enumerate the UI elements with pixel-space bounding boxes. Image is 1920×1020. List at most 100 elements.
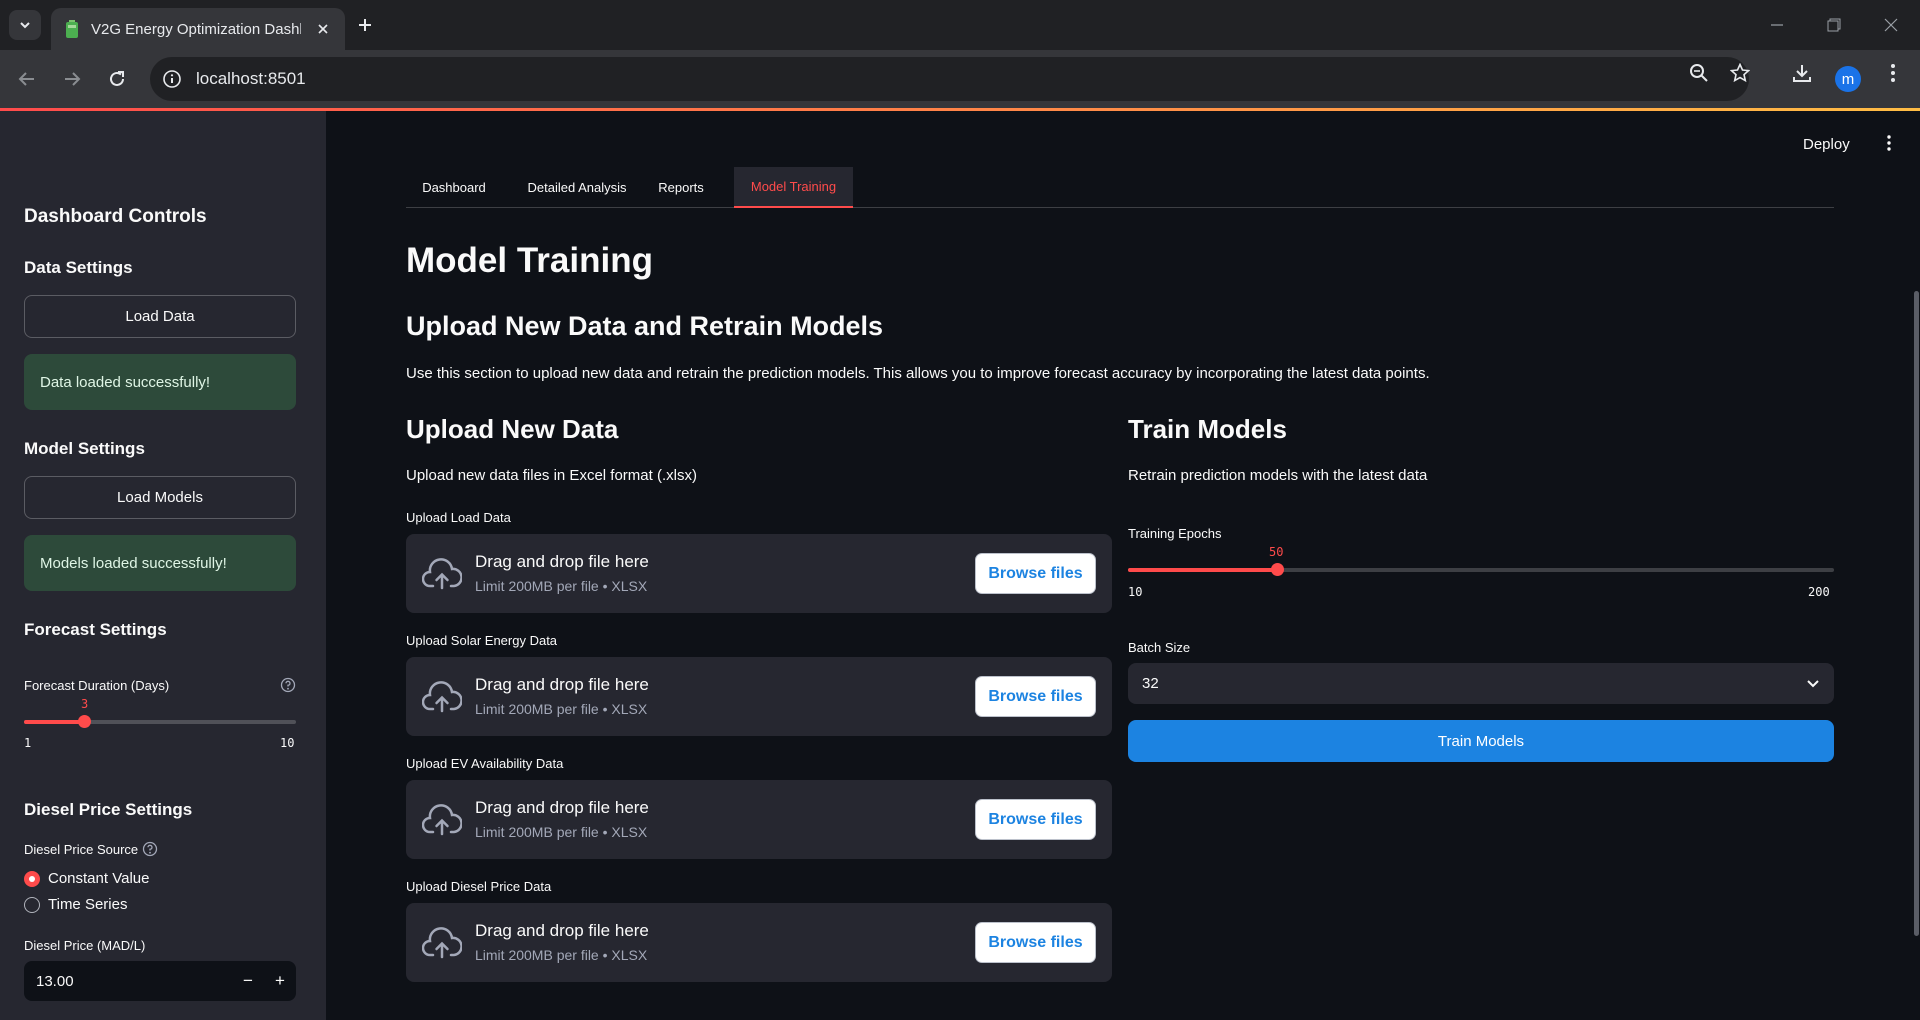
- scrollbar[interactable]: [1914, 291, 1919, 936]
- browser-menu-button[interactable]: [1882, 62, 1904, 84]
- help-icon[interactable]: [142, 841, 158, 857]
- epochs-label: Training Epochs: [1128, 526, 1222, 541]
- arrow-right-icon: [65, 72, 81, 86]
- new-tab-button[interactable]: [353, 13, 377, 37]
- sidebar-title: Dashboard Controls: [24, 206, 207, 227]
- browse-files-button[interactable]: Browse files: [975, 799, 1096, 840]
- zoom-icon: [1690, 64, 1708, 82]
- downloads-button[interactable]: [1791, 62, 1813, 84]
- help-icon[interactable]: [280, 677, 296, 693]
- reload-button[interactable]: [104, 66, 130, 92]
- page-title: Model Training: [406, 241, 653, 280]
- chevron-down-icon: [1807, 680, 1819, 688]
- more-vertical-icon[interactable]: [1879, 133, 1899, 153]
- tab-search-button[interactable]: [9, 10, 41, 40]
- more-vertical-icon: [1891, 64, 1895, 82]
- browser-tab[interactable]: V2G Energy Optimization Dashb: [51, 8, 345, 50]
- diesel-price-input[interactable]: 13.00 − +: [24, 961, 296, 1001]
- train-heading: Train Models: [1128, 414, 1287, 444]
- browser-tab-strip: V2G Energy Optimization Dashb: [0, 0, 1920, 50]
- epochs-slider-max: 200: [1808, 585, 1830, 599]
- minimize-button[interactable]: [1765, 14, 1789, 36]
- train-models-button[interactable]: Train Models: [1128, 720, 1834, 762]
- models-success-alert: Models loaded successfully!: [24, 535, 296, 591]
- radio-label: Time Series: [48, 896, 128, 913]
- zoom-button[interactable]: [1688, 62, 1710, 84]
- upload-diesel-label: Upload Diesel Price Data: [406, 879, 552, 894]
- address-bar[interactable]: localhost:8501: [150, 57, 1749, 101]
- dropzone-title: Drag and drop file here: [475, 798, 649, 817]
- radio-unselected-icon: [24, 896, 40, 913]
- section-description: Use this section to upload new data and …: [406, 365, 1430, 382]
- browse-files-button[interactable]: Browse files: [975, 553, 1096, 594]
- epochs-slider-min: 10: [1128, 585, 1143, 599]
- diesel-settings-heading: Diesel Price Settings: [24, 800, 193, 819]
- forecast-slider-max: 10: [280, 736, 295, 750]
- epochs-slider-thumb[interactable]: [1271, 563, 1284, 576]
- cloud-upload-icon: [422, 804, 462, 836]
- section-title: Upload New Data and Retrain Models: [406, 311, 884, 341]
- batch-size-label: Batch Size: [1128, 640, 1191, 655]
- profile-avatar[interactable]: m: [1835, 66, 1861, 92]
- radio-label: Constant Value: [48, 870, 150, 887]
- url-text: localhost:8501: [196, 69, 306, 88]
- increment-button[interactable]: +: [264, 961, 296, 1001]
- forecast-duration-label: Forecast Duration (Days): [24, 678, 170, 693]
- browse-files-button[interactable]: Browse files: [975, 676, 1096, 717]
- dropzone-limit: Limit 200MB per file • XLSX: [475, 824, 648, 840]
- batch-size-value: 32: [1142, 675, 1159, 692]
- diesel-price-label: Diesel Price (MAD/L): [24, 938, 146, 953]
- tab-detailed-analysis[interactable]: Detailed Analysis: [518, 167, 636, 208]
- radio-constant-value[interactable]: Constant Value: [24, 870, 149, 887]
- cloud-upload-icon: [422, 927, 462, 959]
- file-dropzone-load[interactable]: Drag and drop file here Limit 200MB per …: [406, 534, 1112, 613]
- dropzone-title: Drag and drop file here: [475, 675, 649, 694]
- radio-selected-icon: [24, 870, 40, 887]
- file-dropzone-diesel[interactable]: Drag and drop file here Limit 200MB per …: [406, 903, 1112, 982]
- dropzone-title: Drag and drop file here: [475, 921, 649, 940]
- upload-heading: Upload New Data: [406, 414, 619, 444]
- forward-button[interactable]: [59, 66, 85, 92]
- back-button[interactable]: [14, 66, 40, 92]
- file-dropzone-ev[interactable]: Drag and drop file here Limit 200MB per …: [406, 780, 1112, 859]
- dropzone-title: Drag and drop file here: [475, 552, 649, 571]
- batch-size-select[interactable]: 32: [1128, 663, 1834, 704]
- close-window-button[interactable]: [1879, 14, 1903, 36]
- tab-reports[interactable]: Reports: [648, 167, 714, 208]
- deploy-button[interactable]: Deploy: [1803, 136, 1850, 153]
- forecast-slider-thumb[interactable]: [78, 715, 91, 728]
- dropzone-limit: Limit 200MB per file • XLSX: [475, 578, 648, 594]
- data-settings-heading: Data Settings: [24, 258, 133, 277]
- load-data-button[interactable]: Load Data: [24, 295, 296, 338]
- info-icon[interactable]: [162, 69, 182, 89]
- tab-bar: Dashboard Detailed Analysis Reports Mode…: [406, 167, 1834, 208]
- plus-icon: [359, 19, 371, 31]
- bookmark-button[interactable]: [1729, 62, 1751, 84]
- tab-dashboard[interactable]: Dashboard: [406, 167, 502, 208]
- upload-solar-label: Upload Solar Energy Data: [406, 633, 558, 648]
- diesel-price-value[interactable]: 13.00: [24, 973, 232, 990]
- radio-time-series[interactable]: Time Series: [24, 896, 127, 913]
- battery-icon: [66, 20, 78, 38]
- browser-toolbar: localhost:8501 m: [0, 50, 1920, 108]
- chevron-down-icon: [20, 22, 30, 29]
- restore-button[interactable]: [1822, 14, 1846, 36]
- decrement-button[interactable]: −: [232, 961, 264, 1001]
- forecast-slider-fill: [24, 720, 84, 724]
- cloud-upload-icon: [422, 558, 462, 590]
- epochs-slider-value: 50: [1269, 545, 1284, 559]
- file-dropzone-solar[interactable]: Drag and drop file here Limit 200MB per …: [406, 657, 1112, 736]
- model-settings-heading: Model Settings: [24, 439, 145, 458]
- arrow-left-icon: [18, 72, 34, 86]
- browse-files-button[interactable]: Browse files: [975, 922, 1096, 963]
- data-success-alert: Data loaded successfully!: [24, 354, 296, 410]
- epochs-slider-fill: [1128, 568, 1278, 572]
- load-models-button[interactable]: Load Models: [24, 476, 296, 519]
- main-content: Deploy Dashboard Detailed Analysis Repor…: [326, 111, 1920, 1020]
- forecast-slider-value: 3: [81, 697, 89, 711]
- cloud-upload-icon: [422, 681, 462, 713]
- tab-title: V2G Energy Optimization Dashb: [91, 20, 301, 38]
- close-icon[interactable]: [315, 21, 331, 37]
- sidebar: Dashboard Controls Data Settings Load Da…: [0, 111, 326, 1020]
- tab-model-training[interactable]: Model Training: [734, 167, 853, 208]
